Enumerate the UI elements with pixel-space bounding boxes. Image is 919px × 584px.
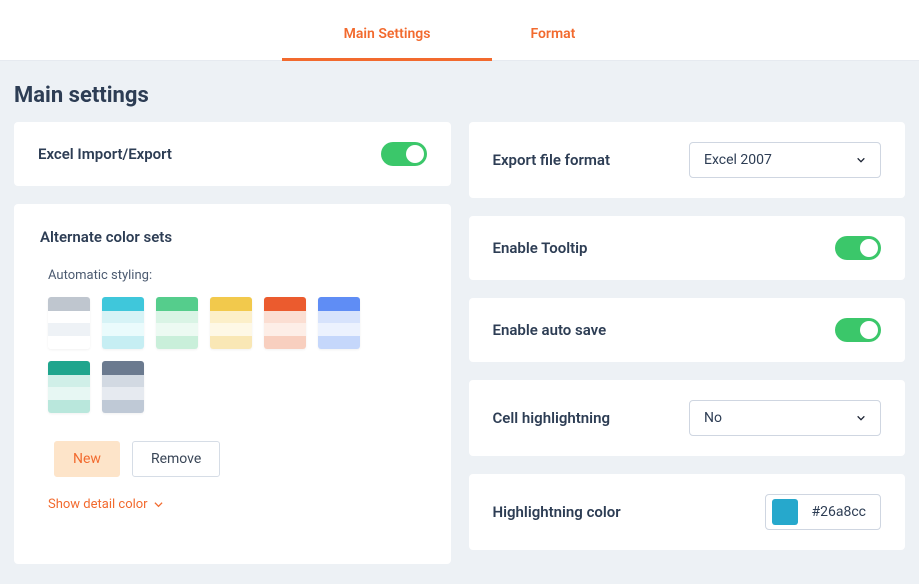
new-color-set-button[interactable]: New: [54, 441, 120, 477]
color-swatch-0[interactable]: [48, 297, 90, 349]
card-highlightning-color: Highlightning color #26a8cc: [469, 474, 906, 550]
highlightning-color-value: #26a8cc: [812, 504, 867, 520]
enable-auto-save-toggle[interactable]: [835, 318, 881, 342]
card-cell-highlightning: Cell highlightning No: [469, 380, 906, 456]
card-enable-auto-save: Enable auto save: [469, 298, 906, 362]
right-column: Export file format Excel 2007 Enable Too…: [469, 122, 906, 564]
color-swatch-1[interactable]: [102, 297, 144, 349]
card-alternate-color-sets: Alternate color sets Automatic styling: …: [14, 204, 451, 564]
color-swatches: [48, 297, 408, 413]
enable-auto-save-label: Enable auto save: [493, 321, 607, 339]
alternate-color-sets-title: Alternate color sets: [40, 228, 425, 246]
color-swatch-5[interactable]: [318, 297, 360, 349]
color-swatch-7[interactable]: [102, 361, 144, 413]
highlightning-color-swatch: [772, 499, 798, 525]
settings-grid: Excel Import/Export Alternate color sets…: [0, 122, 919, 578]
color-set-buttons: New Remove: [54, 441, 425, 477]
excel-import-export-label: Excel Import/Export: [38, 145, 172, 163]
excel-import-export-toggle[interactable]: [381, 142, 427, 166]
color-swatch-2[interactable]: [156, 297, 198, 349]
cell-highlightning-label: Cell highlightning: [493, 409, 611, 427]
remove-color-set-button[interactable]: Remove: [132, 441, 220, 477]
chevron-down-icon: [856, 155, 866, 165]
automatic-styling-label: Automatic styling:: [48, 268, 425, 283]
left-column: Excel Import/Export Alternate color sets…: [14, 122, 451, 564]
color-swatch-3[interactable]: [210, 297, 252, 349]
highlightning-color-picker[interactable]: #26a8cc: [765, 494, 882, 530]
enable-tooltip-toggle[interactable]: [835, 236, 881, 260]
tab-main-settings[interactable]: Main Settings: [344, 26, 431, 60]
page-title: Main settings: [0, 61, 919, 122]
tabbar: Main Settings Format: [0, 0, 919, 61]
export-file-format-label: Export file format: [493, 151, 611, 169]
enable-tooltip-label: Enable Tooltip: [493, 239, 588, 257]
export-file-format-select[interactable]: Excel 2007: [689, 142, 881, 178]
card-enable-tooltip: Enable Tooltip: [469, 216, 906, 280]
chevron-down-icon: [154, 500, 163, 509]
cell-highlightning-select[interactable]: No: [689, 400, 881, 436]
export-file-format-value: Excel 2007: [704, 152, 772, 168]
color-swatch-4[interactable]: [264, 297, 306, 349]
card-excel-import-export: Excel Import/Export: [14, 122, 451, 186]
cell-highlightning-value: No: [704, 410, 722, 426]
show-detail-color-label: Show detail color: [48, 497, 148, 512]
tab-format[interactable]: Format: [530, 26, 575, 60]
highlightning-color-label: Highlightning color: [493, 503, 621, 521]
card-export-file-format: Export file format Excel 2007: [469, 122, 906, 198]
color-swatch-6[interactable]: [48, 361, 90, 413]
chevron-down-icon: [856, 413, 866, 423]
show-detail-color-link[interactable]: Show detail color: [48, 497, 425, 512]
